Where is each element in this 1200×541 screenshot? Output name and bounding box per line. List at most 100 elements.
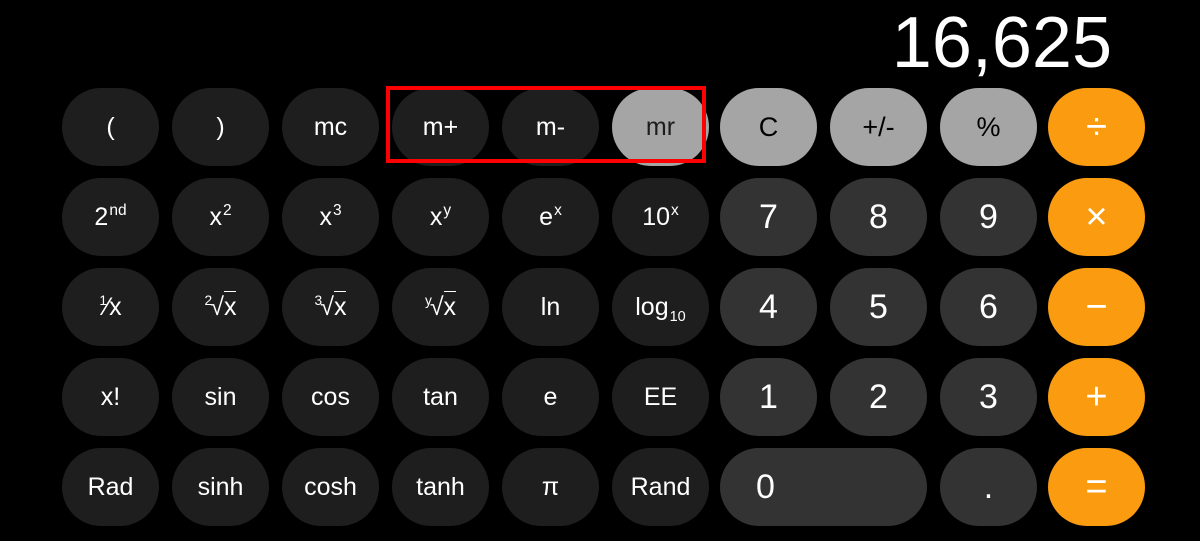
key-label: ) [216, 112, 225, 141]
key-label: x2 [209, 202, 232, 231]
sine-key[interactable]: sin [172, 358, 269, 436]
key-label: 9 [979, 198, 998, 236]
key-label: tanh [416, 472, 465, 501]
key-label: − [1085, 286, 1108, 328]
reciprocal-key[interactable]: 1⁄x [62, 268, 159, 346]
key-label: C [758, 111, 779, 142]
memory-clear-key[interactable]: mc [282, 88, 379, 166]
factorial-key[interactable]: x! [62, 358, 159, 436]
key-label: 2 [869, 378, 888, 416]
percent-key[interactable]: % [940, 88, 1037, 166]
key-label: x! [100, 382, 121, 411]
display-value: 16,625 [891, 3, 1112, 83]
key-label: mr [645, 112, 676, 141]
key-label: ÷ [1086, 106, 1107, 148]
key-label: 7 [759, 198, 778, 236]
hyperbolic-cosine-key[interactable]: cosh [282, 448, 379, 526]
pi-key[interactable]: π [502, 448, 599, 526]
key-label: x3 [319, 202, 342, 231]
hyperbolic-tangent-key[interactable]: tanh [392, 448, 489, 526]
square-root-key[interactable]: 2√x [172, 268, 269, 346]
digit-2-key[interactable]: 2 [830, 358, 927, 436]
key-label: 3√x [314, 290, 347, 321]
key-label: y√x [424, 290, 457, 321]
display-area: 16,625 [0, 0, 1200, 86]
x-power-y-key[interactable]: xy [392, 178, 489, 256]
memory-subtract-key[interactable]: m- [502, 88, 599, 166]
digit-6-key[interactable]: 6 [940, 268, 1037, 346]
key-label: 5 [869, 288, 888, 326]
key-label: tan [423, 382, 458, 411]
decimal-point-key[interactable]: . [940, 448, 1037, 526]
key-label: m- [535, 112, 566, 141]
hyperbolic-sine-key[interactable]: sinh [172, 448, 269, 526]
key-label: 1⁄x [99, 292, 122, 321]
cube-root-key[interactable]: 3√x [282, 268, 379, 346]
key-label: cos [311, 382, 350, 411]
equals-key[interactable]: = [1048, 448, 1145, 526]
key-label: % [976, 111, 1001, 142]
sign-toggle-key[interactable]: +/- [830, 88, 927, 166]
keypad-row-2: 2nd x2 x3 xy ex 10x 7 8 9 × [62, 178, 1145, 268]
ten-power-x-key[interactable]: 10x [612, 178, 709, 256]
e-power-x-key[interactable]: ex [502, 178, 599, 256]
key-label: 1 [759, 378, 778, 416]
key-label: 2√x [204, 290, 237, 321]
digit-9-key[interactable]: 9 [940, 178, 1037, 256]
digit-0-key[interactable]: 0 [720, 448, 927, 526]
key-label: sinh [197, 472, 244, 501]
keypad-row-5: Rad sinh cosh tanh π Rand 0. = [62, 448, 1145, 538]
key-label: ( [106, 112, 115, 141]
tangent-key[interactable]: tan [392, 358, 489, 436]
open-paren-key[interactable]: ( [62, 88, 159, 166]
clear-key[interactable]: C [720, 88, 817, 166]
key-label: 3 [979, 378, 998, 416]
digit-7-key[interactable]: 7 [720, 178, 817, 256]
second-function-key[interactable]: 2nd [62, 178, 159, 256]
divide-key[interactable]: ÷ [1048, 88, 1145, 166]
memory-recall-key[interactable]: mr [612, 88, 709, 166]
key-label: 4 [759, 288, 778, 326]
log-base-10-key[interactable]: log10 [612, 268, 709, 346]
key-label: Rad [87, 472, 134, 501]
key-label: ex [539, 202, 562, 231]
cosine-key[interactable]: cos [282, 358, 379, 436]
add-key[interactable]: + [1048, 358, 1145, 436]
multiply-key[interactable]: × [1048, 178, 1145, 256]
key-label: 2nd [94, 202, 127, 231]
key-label: xy [429, 202, 452, 231]
key-label: . [983, 468, 994, 506]
keypad: () mc m+ m-mr C +/-% ÷ 2nd x2 x3 xy ex 10x 7 8 9 × 1⁄x 2… [62, 88, 1145, 538]
calculator-app: 16,625 () mc m+ m-mr C +/-% ÷ 2nd x2 x3 xy ex 10x 7 8… [0, 0, 1200, 541]
key-label: Rand [630, 472, 691, 501]
close-paren-key[interactable]: ) [172, 88, 269, 166]
random-key[interactable]: Rand [612, 448, 709, 526]
x-cubed-key[interactable]: x3 [282, 178, 379, 256]
memory-add-key[interactable]: m+ [392, 88, 489, 166]
key-label: sin [204, 382, 237, 411]
key-label: EE [643, 382, 678, 411]
key-label: e [543, 382, 558, 411]
key-label: 0 [756, 468, 775, 506]
x-squared-key[interactable]: x2 [172, 178, 269, 256]
key-label: +/- [862, 111, 895, 142]
keypad-row-3: 1⁄x 2√x 3√x y√x ln log10 4 5 6 − [62, 268, 1145, 358]
digit-4-key[interactable]: 4 [720, 268, 817, 346]
exponent-key[interactable]: EE [612, 358, 709, 436]
key-label: cosh [304, 472, 357, 501]
digit-1-key[interactable]: 1 [720, 358, 817, 436]
key-label: 8 [869, 198, 888, 236]
digit-8-key[interactable]: 8 [830, 178, 927, 256]
y-root-key[interactable]: y√x [392, 268, 489, 346]
digit-5-key[interactable]: 5 [830, 268, 927, 346]
keypad-row-4: x! sin cos tan e EE 1 2 3 + [62, 358, 1145, 448]
key-label: ln [540, 292, 561, 321]
radian-mode-key[interactable]: Rad [62, 448, 159, 526]
key-label: π [541, 472, 560, 501]
key-label: mc [313, 112, 348, 141]
digit-3-key[interactable]: 3 [940, 358, 1037, 436]
natural-log-key[interactable]: ln [502, 268, 599, 346]
subtract-key[interactable]: − [1048, 268, 1145, 346]
euler-number-key[interactable]: e [502, 358, 599, 436]
key-label: 6 [979, 288, 998, 326]
